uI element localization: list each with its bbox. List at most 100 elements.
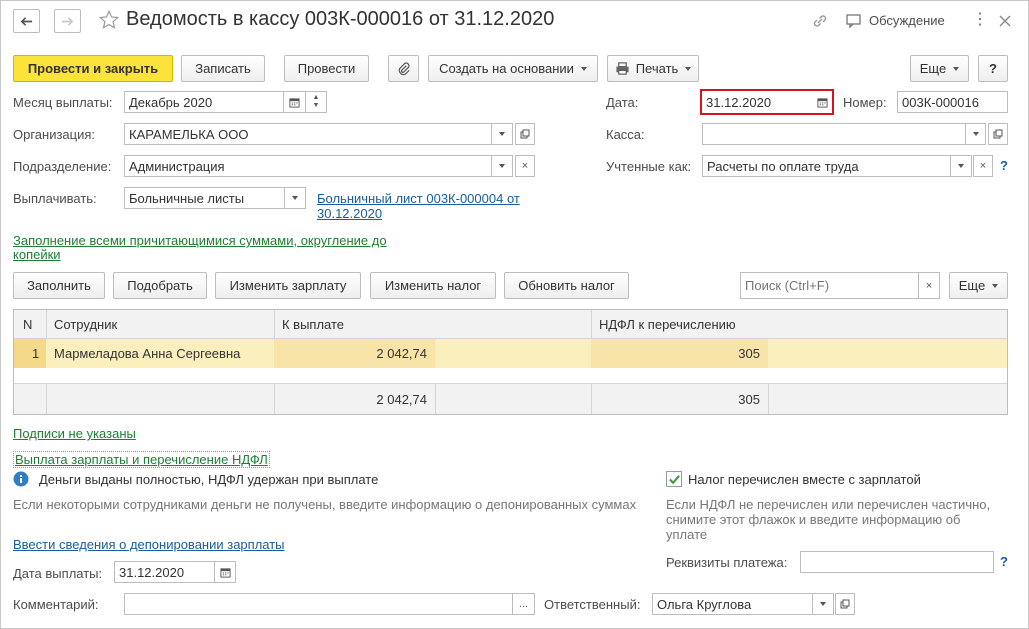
payroll-table[interactable]: N Сотрудник К выплате НДФЛ к перечислени… — [13, 309, 1008, 415]
column-divider — [274, 310, 275, 338]
tax-hint-line-3: уплате — [666, 527, 708, 542]
forward-button[interactable] — [54, 9, 81, 33]
chevron-down-icon[interactable]: ▼ — [313, 102, 320, 110]
tax-paid-checkbox[interactable] — [666, 471, 682, 487]
chevron-down-icon — [580, 66, 587, 71]
column-divider — [46, 310, 47, 338]
search-clear-button[interactable]: × — [918, 272, 940, 299]
date-label: Дата: — [606, 95, 639, 110]
chevron-down-icon — [972, 132, 979, 136]
signatures-link[interactable]: Подписи не указаны — [13, 426, 136, 441]
update-tax-button[interactable]: Обновить налог — [504, 272, 629, 299]
fill-button[interactable]: Заполнить — [13, 272, 105, 299]
pay-date-input[interactable]: 31.12.2020 — [114, 561, 215, 583]
change-salary-button[interactable]: Изменить зарплату — [215, 272, 361, 299]
arrow-right-icon — [61, 16, 74, 26]
pay-dropdown[interactable] — [284, 187, 306, 209]
accounted-as-clear-button[interactable]: × — [973, 155, 993, 177]
close-icon[interactable] — [998, 14, 1012, 28]
open-item-icon — [993, 129, 1003, 139]
department-dropdown[interactable] — [491, 155, 513, 177]
comment-input[interactable] — [124, 593, 513, 615]
column-divider — [768, 384, 769, 414]
organization-open-button[interactable] — [515, 123, 535, 145]
link-icon[interactable] — [811, 12, 829, 30]
help-button[interactable]: ? — [978, 55, 1008, 82]
column-header-employee[interactable]: Сотрудник — [54, 310, 117, 338]
cash-open-button[interactable] — [988, 123, 1008, 145]
month-input[interactable]: Декабрь 2020 — [124, 91, 284, 113]
attach-button[interactable] — [388, 55, 419, 82]
print-label: Печать — [635, 61, 679, 76]
fill-mode-link[interactable]: Заполнение всеми причитающимися суммами,… — [13, 233, 387, 248]
more-vertical-icon[interactable]: ⋮ — [972, 11, 988, 31]
back-button[interactable] — [13, 9, 40, 33]
post-button[interactable]: Провести — [284, 55, 369, 82]
organization-dropdown[interactable] — [491, 123, 513, 145]
page-title: Ведомость в кассу 003К-000016 от 31.12.2… — [126, 8, 555, 30]
column-divider — [591, 310, 592, 338]
column-header-n[interactable]: N — [23, 310, 32, 338]
chevron-down-icon — [820, 602, 826, 606]
ndfl-cell[interactable]: 305 — [591, 339, 760, 368]
search-input[interactable] — [740, 272, 919, 299]
number-input[interactable]: 003К-000016 — [897, 91, 1008, 113]
discussion-icon[interactable] — [845, 12, 863, 30]
table-header: N Сотрудник К выплате НДФЛ к перечислени… — [14, 310, 1007, 339]
more-actions-button[interactable]: Еще — [910, 55, 969, 82]
employee-cell[interactable]: Мармеладова Анна Сергеевна — [54, 339, 240, 368]
accounted-as-input[interactable]: Расчеты по оплате труда — [702, 155, 951, 177]
cash-input[interactable] — [702, 123, 966, 145]
pay-label: Выплачивать: — [13, 191, 97, 206]
accounted-help-icon[interactable]: ? — [1000, 158, 1008, 173]
create-based-on-button[interactable]: Создать на основании — [428, 55, 598, 82]
pay-date-calendar-button[interactable] — [214, 561, 236, 583]
organization-input[interactable]: КАРАМЕЛЬКА ООО — [124, 123, 492, 145]
pay-select[interactable]: Больничные листы — [124, 187, 285, 209]
table-footer: 2 042,74 305 — [14, 383, 1007, 414]
table-more-label: Еще — [958, 278, 986, 293]
cash-dropdown[interactable] — [965, 123, 986, 145]
open-item-icon — [520, 129, 530, 139]
star-icon[interactable] — [98, 9, 120, 31]
print-button[interactable]: Печать — [607, 55, 699, 82]
tax-paid-label[interactable]: Налог перечислен вместе с зарплатой — [688, 472, 921, 487]
department-input[interactable]: Администрация — [124, 155, 492, 177]
department-clear-button[interactable]: × — [515, 155, 535, 177]
responsible-input[interactable]: Ольга Круглова — [652, 593, 813, 615]
comment-edit-button[interactable]: ... — [512, 593, 535, 615]
arrow-left-icon — [20, 16, 33, 26]
table-more-button[interactable]: Еще — [949, 272, 1008, 299]
column-header-ndfl[interactable]: НДФЛ к перечислению — [599, 310, 736, 338]
fill-mode-link-cont[interactable]: копейки — [13, 247, 61, 262]
deposit-link[interactable]: Ввести сведения о депонировании зарплаты — [13, 537, 285, 552]
chevron-up-icon[interactable]: ▲ — [313, 94, 320, 102]
paperclip-icon — [398, 62, 410, 76]
amount-cell[interactable]: 2 042,74 — [274, 339, 427, 368]
change-tax-button[interactable]: Изменить налог — [370, 272, 496, 299]
tax-hint-line-2: снимите этот флажок и введите информацию… — [666, 512, 961, 527]
sick-leave-link-date[interactable]: 30.12.2020 — [317, 206, 382, 221]
more-label: Еще — [919, 61, 947, 76]
discussion-link[interactable]: Обсуждение — [869, 13, 945, 28]
responsible-open-button[interactable] — [835, 593, 855, 615]
save-button[interactable]: Записать — [181, 55, 265, 82]
sick-leave-link[interactable]: Больничный лист 003К-000004 от — [317, 191, 520, 206]
payment-ndfl-link[interactable]: Выплата зарплаты и перечисление НДФЛ — [13, 451, 270, 468]
organization-label: Организация: — [13, 127, 96, 142]
chevron-down-icon — [992, 283, 999, 288]
payment-details-help-icon[interactable]: ? — [1000, 554, 1008, 569]
accounted-as-dropdown[interactable] — [950, 155, 972, 177]
payment-details-input[interactable] — [800, 551, 994, 573]
responsible-dropdown[interactable] — [812, 593, 834, 615]
pick-button[interactable]: Подобрать — [113, 272, 207, 299]
table-row[interactable]: 1 Мармеладова Анна Сергеевна 2 042,74 30… — [14, 339, 1007, 368]
create-based-on-label: Создать на основании — [439, 61, 574, 76]
calendar-button[interactable] — [283, 91, 306, 113]
post-and-close-button[interactable]: Провести и закрыть — [13, 55, 173, 82]
date-calendar-button[interactable] — [812, 91, 832, 113]
month-stepper[interactable]: ▲ ▼ — [305, 91, 327, 113]
pay-date-label: Дата выплаты: — [13, 566, 103, 581]
date-input[interactable]: 31.12.2020 — [702, 91, 810, 113]
column-header-amount[interactable]: К выплате — [282, 310, 344, 338]
